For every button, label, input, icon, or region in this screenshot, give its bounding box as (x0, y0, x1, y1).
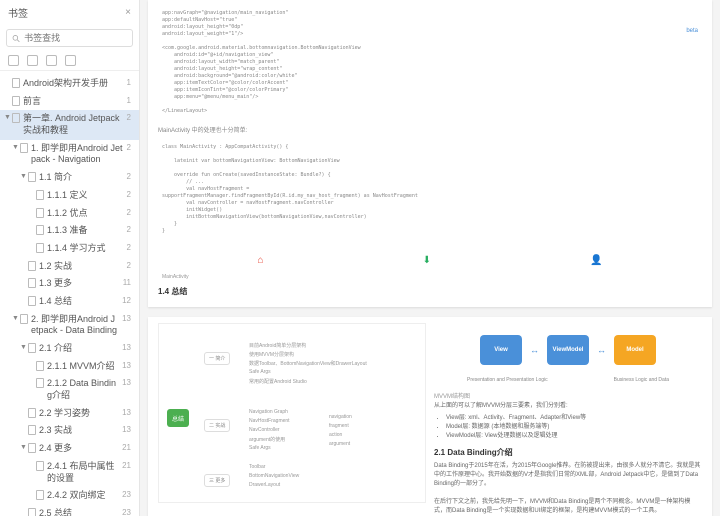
paragraph-2-1: Data Binding于2015年在活，为2015年Google推荐。在防被提… (434, 462, 702, 516)
mindmap-node: 三 更多 (204, 474, 230, 487)
mindmap-root: 总结 (167, 409, 189, 427)
view-icon-4[interactable] (65, 55, 76, 66)
mindmap-node: 一 简介 (204, 352, 230, 365)
intro-text: 从上面的可以了解MVVM分层三要素，我们分别看: (434, 402, 702, 411)
user-icon: 👤 (590, 255, 602, 266)
mindmap-sub: 数据Toolbar、BottomNavigationView和DrawerLay… (249, 360, 367, 367)
mindmap-node: 二 实战 (204, 419, 230, 432)
tree-item[interactable]: ▼2. 即学即用Android Jetpack - Data Binding13 (0, 311, 139, 340)
home-icon: ⌂ (258, 255, 264, 266)
mindmap-sub: Navigation Graph (249, 409, 288, 415)
tree-item[interactable]: 2.4.2 双向绑定23 (0, 487, 139, 505)
sidebar-view-icons (0, 51, 139, 71)
close-icon[interactable]: × (125, 7, 131, 18)
mvvm-viewmodel-box: ViewModel (547, 335, 589, 365)
bullet-list: View层: xml、Activity、Fragment、Adapter和Vie… (434, 414, 702, 441)
mindmap-tag: fragment (329, 423, 349, 429)
code-note: MainActivity 中的处理也十分简单: (158, 125, 702, 134)
tree-item[interactable]: 1.1.3 准备2 (0, 222, 139, 240)
tree-item[interactable]: 1.4 总结12 (0, 293, 139, 311)
mindmap-sub: NavHostFragment (249, 418, 290, 424)
tree-item[interactable]: 1.3 更多11 (0, 275, 139, 293)
mindmap-sub: Safe Args (249, 369, 271, 375)
tree-item[interactable]: 1.1.2 优点2 (0, 205, 139, 223)
download-icon: ⬇ (423, 255, 431, 266)
mindmap-sub: Toolbar (249, 464, 265, 470)
mvvm-diagram: View ↔ ViewModel ↔ Model (434, 323, 702, 377)
mvvm-label-right: Business Logic and Data (614, 377, 669, 383)
tree-item[interactable]: ▼1. 即学即用Android Jetpack - Navigation2 (0, 140, 139, 169)
beta-badge: beta (686, 28, 698, 34)
document-content[interactable]: beta app:navGraph="@navigation/main_navi… (140, 0, 720, 516)
tree-item[interactable]: 2.1.2 Data Binding介绍13 (0, 375, 139, 404)
mvvm-view-box: View (480, 335, 522, 365)
mvvm-label-left: Presentation and Presentation Logic (467, 377, 548, 383)
code-block-layout: app:navGraph="@navigation/main_navigatio… (158, 6, 702, 119)
mindmap-sub: Safe Args (249, 445, 271, 451)
heading-2-1: 2.1 Data Binding介绍 (434, 447, 702, 459)
mvvm-model-box: Model (614, 335, 656, 365)
tree-item[interactable]: 2.2 学习姿势13 (0, 405, 139, 423)
mindmap-tag: navigation (329, 414, 352, 420)
tree-item[interactable]: Android架构开发手册1 (0, 75, 139, 93)
mindmap-sub: NavController (249, 427, 280, 433)
bookmarks-sidebar: 书签 × Android架构开发手册1前言1▼第一章. Android Jetp… (0, 0, 140, 516)
app-bottom-nav-preview: ⌂ ⬇ 👤 (158, 247, 702, 274)
tree-item[interactable]: 2.5 总结23 (0, 505, 139, 516)
tree-item[interactable]: 2.4.1 布局中属性的设置21 (0, 458, 139, 487)
section-title-1-4: 1.4 总结 (158, 286, 702, 298)
footer-label: MainActivity (158, 274, 702, 280)
tree-item[interactable]: 前言1 (0, 93, 139, 111)
mindmap-sub: BottomNavigationView (249, 473, 299, 479)
list-item: ViewModel层: View处理数据以及逻辑处理 (446, 432, 702, 441)
bookmark-tree: Android架构开发手册1前言1▼第一章. Android Jetpack实战… (0, 71, 139, 516)
tree-item[interactable]: ▼1.1 简介2 (0, 169, 139, 187)
tree-item[interactable]: 1.1.1 定义2 (0, 187, 139, 205)
mindmap-sub: 目前Android简单分层架构 (249, 342, 306, 349)
mindmap-diagram: 总结 一 简介 目前Android简单分层架构使用MVVM分层架构数据Toolba… (158, 323, 426, 503)
tree-item[interactable]: ▼第一章. Android Jetpack实战和教程2 (0, 110, 139, 139)
sidebar-title: 书签 (8, 5, 28, 20)
page-13: 总结 一 简介 目前Android简单分层架构使用MVVM分层架构数据Toolba… (148, 317, 712, 516)
mindmap-tag: argument (329, 441, 350, 447)
tree-item[interactable]: 2.1.1 MVVM介绍13 (0, 358, 139, 376)
arrow-icon: ↔ (530, 345, 539, 355)
list-item: View层: xml、Activity、Fragment、Adapter和Vie… (446, 414, 702, 423)
search-icon (12, 34, 20, 43)
tree-item[interactable]: 1.2 实战2 (0, 258, 139, 276)
mindmap-sub: DrawerLayout (249, 482, 280, 488)
view-icon-3[interactable] (46, 55, 57, 66)
tree-item[interactable]: 1.1.4 学习方式2 (0, 240, 139, 258)
tree-item[interactable]: ▼2.1 介绍13 (0, 340, 139, 358)
list-item: Model层: 数据源 (本地数据和服务端等) (446, 423, 702, 432)
search-box[interactable] (6, 29, 133, 47)
code-block-kotlin: class MainActivity : AppCompatActivity()… (158, 140, 702, 239)
mindmap-sub: 使用MVVM分层架构 (249, 351, 294, 358)
tree-item[interactable]: 2.3 实战13 (0, 422, 139, 440)
mvvm-caption: MVVM结构图 (434, 393, 702, 402)
mindmap-sub: argument的使用 (249, 436, 285, 443)
search-input[interactable] (24, 33, 127, 43)
view-icon-1[interactable] (8, 55, 19, 66)
arrow-icon: ↔ (597, 345, 606, 355)
mindmap-tag: action (329, 432, 342, 438)
mindmap-sub: 常用的配置Android Studio (249, 378, 307, 385)
tree-item[interactable]: ▼2.4 更多21 (0, 440, 139, 458)
view-icon-2[interactable] (27, 55, 38, 66)
page-12: beta app:navGraph="@navigation/main_navi… (148, 0, 712, 307)
